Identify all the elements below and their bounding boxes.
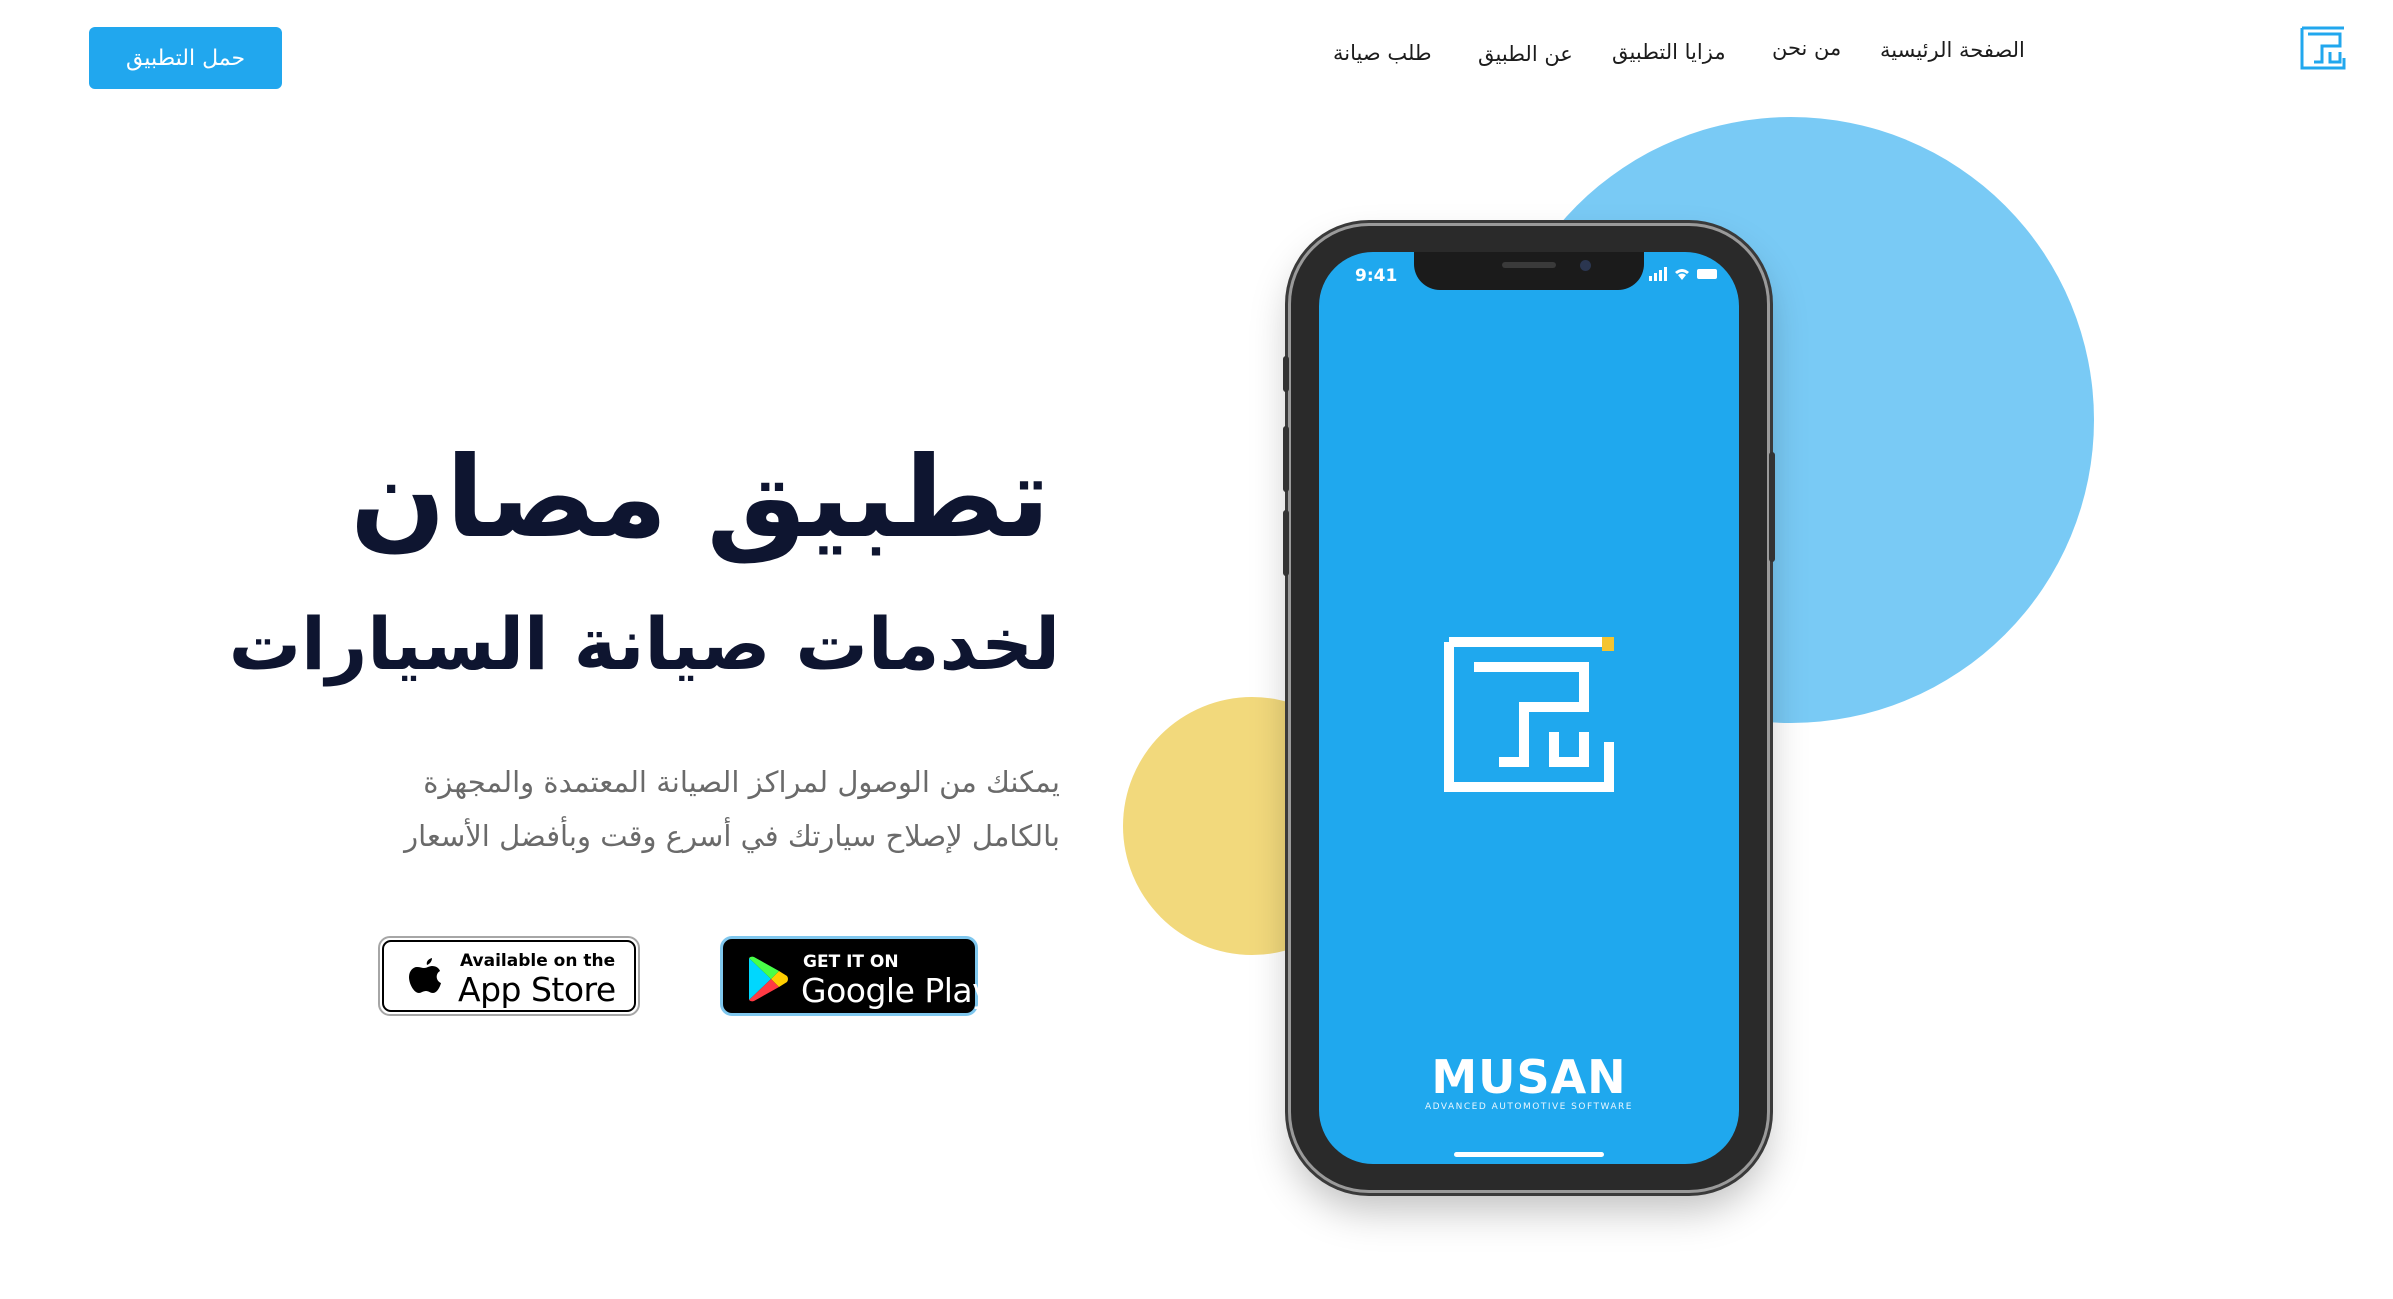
- google-play-badge[interactable]: GET IT ON Google Play: [720, 936, 992, 1016]
- app-store-big-text: App Store: [458, 970, 616, 1009]
- phone-tagline: ADVANCED AUTOMOTIVE SOFTWARE: [1424, 1102, 1633, 1112]
- phone-side-button: [1769, 452, 1775, 562]
- hero-description-line: بالكامل لإصلاح سيارتك في أسرع وقت وبأفضل…: [404, 819, 1060, 853]
- google-play-big-text: Google Play: [801, 971, 992, 1010]
- nav-about-us[interactable]: من نحن: [1772, 36, 1841, 60]
- phone-brand-name: MUSAN: [1431, 1050, 1627, 1104]
- status-time: 9:41: [1355, 266, 1398, 286]
- nav-app-features[interactable]: مزايا التطبيق: [1612, 40, 1726, 64]
- app-store-small-text: Available on the: [460, 951, 616, 971]
- phone-side-button: [1283, 356, 1289, 392]
- musan-logo-icon: [1444, 637, 1614, 792]
- phone-side-button: [1283, 510, 1289, 576]
- google-play-icon: [749, 956, 788, 1002]
- status-icons: [1649, 267, 1717, 281]
- phone-mockup: 9:41 MUSAN ADVANCED AUTOMOTIVE SOFTWARE: [1283, 226, 1775, 1190]
- apple-icon: [409, 958, 441, 993]
- landing-page: الصفحة الرئيسية من نحن مزايا التطبيق عن …: [0, 0, 2393, 1299]
- hero-description: يمكنك من الوصول لمراكز الصيانة المعتمدة …: [360, 755, 1060, 863]
- phone-speaker: [1502, 262, 1556, 268]
- download-app-button[interactable]: حمل التطبيق: [89, 27, 282, 89]
- hero-description-line: يمكنك من الوصول لمراكز الصيانة المعتمدة …: [423, 765, 1060, 799]
- home-indicator: [1454, 1152, 1604, 1157]
- phone-camera: [1580, 260, 1591, 271]
- hero-subtitle: لخدمات صيانة السيارات: [228, 602, 1060, 686]
- nav-about-app[interactable]: عن الطبيق: [1478, 42, 1573, 66]
- musan-logo-icon[interactable]: [2300, 26, 2346, 70]
- hero-title: تطبيق مصان: [350, 433, 1050, 563]
- app-store-badge[interactable]: Available on the App Store: [378, 936, 640, 1016]
- nav-home[interactable]: الصفحة الرئيسية: [1880, 38, 2025, 62]
- nav-maintenance-request[interactable]: طلب صيانة: [1333, 41, 1432, 65]
- phone-notch: [1414, 252, 1644, 290]
- phone-screen: 9:41 MUSAN ADVANCED AUTOMOTIVE SOFTWARE: [1319, 252, 1739, 1164]
- phone-side-button: [1283, 426, 1289, 492]
- google-play-small-text: GET IT ON: [803, 952, 899, 972]
